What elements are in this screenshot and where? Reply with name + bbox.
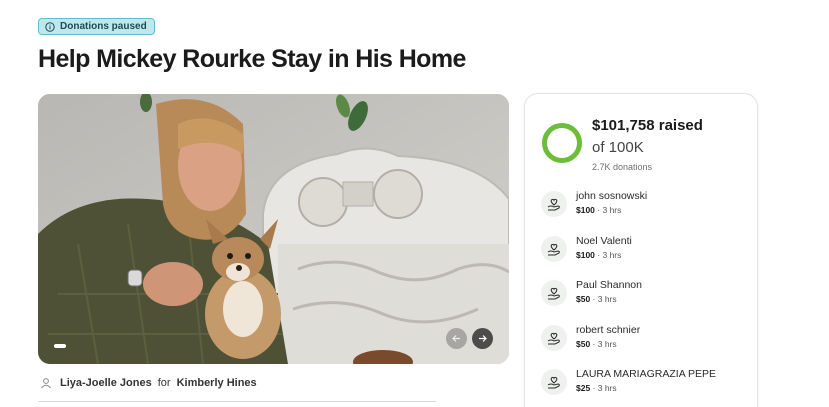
progress-ring	[542, 123, 582, 163]
donation-amount: $100	[576, 249, 595, 260]
donation-time: · 3 hrs	[594, 249, 622, 260]
list-item: Noel Valenti $100 · 3 hrs	[541, 233, 751, 278]
donation-amount: $50	[576, 338, 591, 349]
donation-count[interactable]: 2.7K donations	[592, 162, 652, 172]
campaign-photo[interactable]	[38, 94, 509, 364]
heart-hand-icon	[541, 280, 567, 306]
beneficiary-name[interactable]: Kimberly Hines	[177, 377, 257, 389]
recent-donations-list: john sosnowski $100 · 3 hrs Noel Valenti…	[541, 188, 751, 407]
donor-name: LAURA MARIAGRAZIA PEPE	[576, 368, 717, 380]
donor-name: Paul Shannon	[576, 279, 642, 291]
donation-amount: $25	[576, 383, 591, 393]
donation-meta: $100 · 3 hrs	[576, 205, 621, 215]
arrow-left-icon	[452, 335, 460, 342]
divider	[38, 401, 436, 402]
slide-indicator	[54, 344, 66, 348]
organizer-line: Liya-Joelle Jones for Kimberly Hines	[38, 373, 257, 393]
amount-raised: $101,758 raised	[592, 117, 703, 134]
organizer-name[interactable]: Liya-Joelle Jones	[60, 377, 152, 389]
donation-meta: $50 · 3 hrs	[576, 294, 617, 304]
heart-hand-icon	[541, 369, 567, 395]
organizer-connector: for	[157, 377, 171, 389]
user-icon	[38, 375, 54, 391]
page-title: Help Mickey Rourke Stay in His Home	[38, 45, 466, 73]
donation-meta: $25 · 3 hrs	[576, 383, 617, 393]
list-item: robert schnier $50 · 3 hrs	[541, 322, 751, 367]
donation-time: · 3 hrs	[590, 294, 617, 304]
donation-time: · 3 hrs	[594, 205, 622, 215]
donation-amount: $100	[576, 205, 595, 215]
donation-summary-card: $101,758 raised of 100K 2.7K donations j…	[524, 93, 758, 407]
list-item: Paul Shannon $50 · 3 hrs	[541, 277, 751, 322]
goal-amount: of 100K	[592, 139, 644, 156]
next-photo-button[interactable]	[472, 328, 493, 349]
list-item: john sosnowski $100 · 3 hrs	[541, 188, 751, 233]
heart-hand-icon	[541, 324, 567, 351]
info-icon	[45, 21, 55, 32]
status-badge-label: Donations paused	[60, 21, 147, 32]
list-item: LAURA MARIAGRAZIA PEPE $25 · 3 hrs	[541, 366, 751, 407]
donor-name: Noel Valenti	[576, 234, 632, 247]
donor-name: john sosnowski	[576, 190, 648, 202]
donation-time: · 3 hrs	[590, 383, 617, 393]
campaign-photo-image	[38, 94, 509, 364]
heart-hand-icon	[541, 191, 567, 217]
status-badge: Donations paused	[38, 18, 155, 35]
donation-meta: $50 · 3 hrs	[576, 339, 617, 349]
heart-hand-icon	[541, 235, 567, 262]
donor-name: robert schnier	[576, 323, 641, 336]
donation-meta: $100 · 3 hrs	[576, 250, 621, 260]
previous-photo-button[interactable]	[446, 328, 467, 349]
donation-time: · 3 hrs	[590, 338, 617, 349]
donation-amount: $50	[576, 294, 591, 304]
arrow-right-icon	[479, 335, 487, 342]
